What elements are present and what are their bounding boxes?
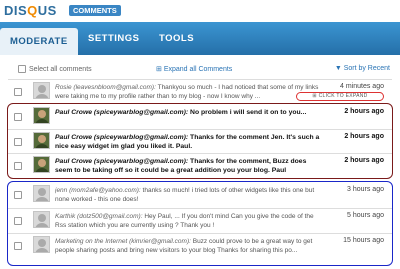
highlight-box-comments — [7, 181, 393, 266]
select-all[interactable]: Select all comments — [18, 65, 92, 73]
moderation-toolbar: Select all comments ⊞ Expand all Comment… — [6, 63, 394, 77]
disqus-logo[interactable]: DISQUS — [4, 3, 57, 18]
main-nav: MODERATE SETTINGS TOOLS — [0, 22, 400, 55]
expand-icon: ⊞ — [156, 66, 164, 73]
select-all-checkbox[interactable] — [18, 65, 26, 73]
comment-text: Rosie (leavesnbloom@gmail.com): Thankyou… — [55, 84, 319, 100]
click-to-expand-button[interactable]: ⊞ CLICK TO EXPAND — [296, 92, 384, 101]
avatar — [33, 82, 50, 99]
app-header: DISQUS COMMENTS — [0, 0, 400, 22]
expand-all-link[interactable]: ⊞ Expand all Comments — [156, 65, 232, 73]
sort-dropdown[interactable]: ▼ Sort by Recent — [335, 65, 390, 72]
comment-time: 4 minutes ago — [340, 83, 384, 90]
row-checkbox[interactable] — [14, 88, 22, 96]
tab-tools[interactable]: TOOLS — [159, 29, 194, 49]
comments-badge: COMMENTS — [69, 5, 121, 16]
sort-arrow-icon: ▼ — [334, 65, 344, 72]
select-all-label: Select all comments — [29, 65, 92, 73]
highlight-box-replies — [7, 103, 393, 179]
tab-moderate[interactable]: MODERATE — [0, 28, 78, 55]
tab-settings[interactable]: SETTINGS — [88, 29, 140, 49]
comment-row[interactable]: Rosie (leavesnbloom@gmail.com): Thankyou… — [8, 79, 392, 103]
